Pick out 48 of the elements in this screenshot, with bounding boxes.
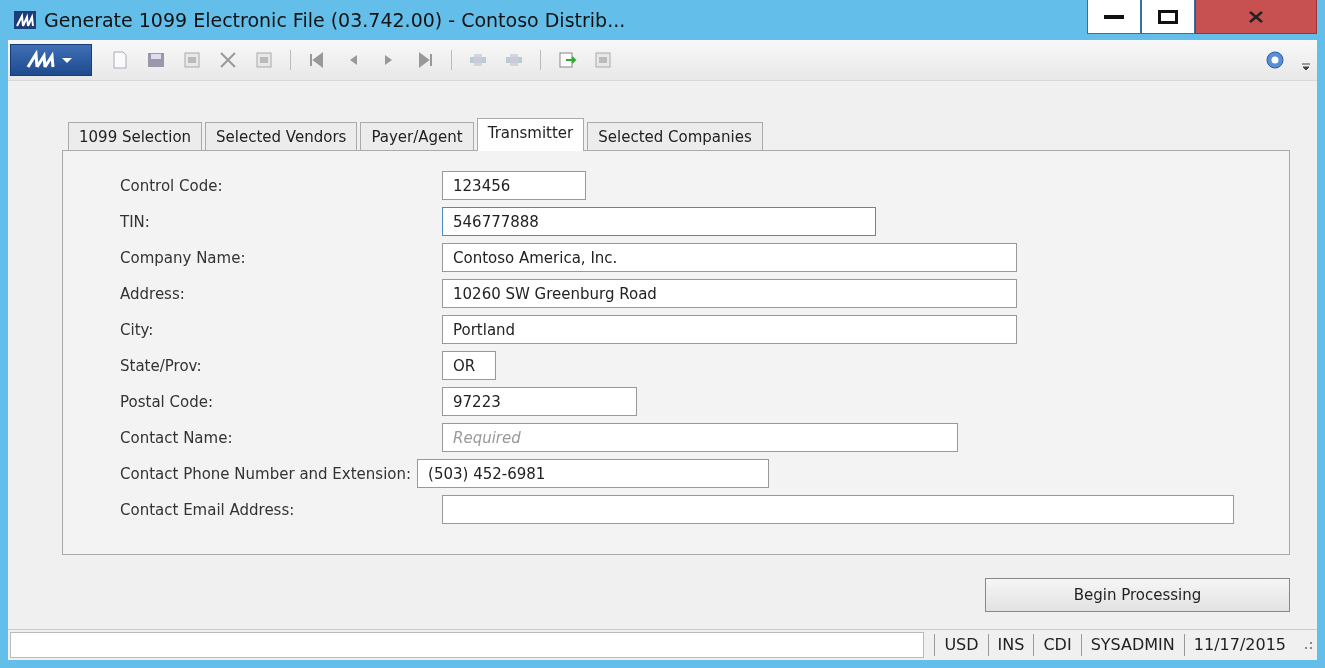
help-icon[interactable] [1265, 50, 1285, 70]
input-field[interactable]: 123456 [442, 171, 586, 200]
maximize-button[interactable] [1141, 0, 1195, 34]
field-label: Control Code: [120, 176, 224, 195]
field-label: Contact Name: [120, 428, 234, 447]
input-field[interactable]: 546777888 [442, 207, 876, 236]
input-field[interactable]: Contoso America, Inc. [442, 243, 1017, 272]
page-icon[interactable] [110, 51, 130, 69]
field-label: Contact Email Address: [120, 500, 296, 519]
status-item: CDI [1033, 634, 1081, 656]
maximize-icon [1158, 9, 1178, 24]
app-menu-button[interactable] [10, 44, 92, 76]
overflow-icon[interactable] [1301, 63, 1311, 71]
minimize-button[interactable] [1087, 0, 1141, 34]
status-item: INS [987, 634, 1034, 656]
status-item: USD [934, 634, 988, 656]
field-label: City: [120, 320, 155, 339]
tab[interactable]: Selected Companies [587, 122, 763, 150]
export-icon[interactable] [557, 51, 577, 69]
minimize-icon [1104, 14, 1124, 19]
doc-icon[interactable] [254, 51, 274, 69]
tab[interactable]: Payer/Agent [360, 122, 474, 150]
begin-processing-button[interactable]: Begin Processing [985, 578, 1290, 612]
status-item: 11/17/2015 [1183, 634, 1295, 656]
tab[interactable]: Selected Vendors [205, 122, 358, 150]
input-field[interactable]: 10260 SW Greenburg Road [442, 279, 1017, 308]
field-label: Address: [120, 284, 186, 303]
close-icon [1249, 10, 1263, 23]
field-label: TIN: [120, 212, 151, 231]
doc-icon[interactable] [593, 51, 613, 69]
input-field[interactable]: OR [442, 351, 496, 380]
x-icon[interactable] [218, 51, 238, 69]
input-field[interactable]: (503) 452-6981 [417, 459, 770, 488]
field-label: State/Prov: [120, 356, 203, 375]
app-logo-icon [14, 11, 36, 29]
field-label: Postal Code: [120, 392, 214, 411]
tab[interactable]: Transmitter [476, 118, 585, 151]
save-icon[interactable] [146, 51, 166, 69]
tab[interactable]: 1099 Selection [68, 122, 203, 150]
status-item: SYSADMIN [1080, 634, 1184, 656]
input-field[interactable]: Portland [442, 315, 1017, 344]
field-label: Company Name: [120, 248, 247, 267]
field-label: Contact Phone Number and Extension: [120, 464, 412, 483]
input-field[interactable]: Required [442, 423, 958, 452]
input-field[interactable] [442, 495, 1234, 524]
doc-icon[interactable] [182, 51, 202, 69]
window-title: Generate 1099 Electronic File (03.742.00) - Contoso Distrib... [44, 9, 627, 31]
input-field[interactable]: 97223 [442, 387, 637, 416]
